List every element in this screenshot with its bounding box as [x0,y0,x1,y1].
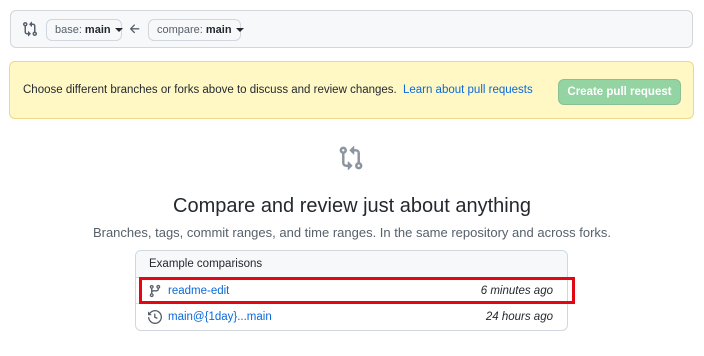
base-value: main [84,24,111,36]
list-item[interactable]: readme-edit 6 minutes ago [136,278,567,304]
main-day-range-link[interactable]: main@{1day}...main [168,311,272,323]
compare-label: compare: [157,24,203,36]
readme-edit-link[interactable]: readme-edit [168,285,229,297]
caret-down-icon [114,28,123,32]
list-item[interactable]: main@{1day}...main 24 hours ago [136,304,567,330]
learn-pull-requests-link[interactable]: Learn about pull requests [403,84,533,96]
branch-icon [149,284,161,298]
git-compare-icon [339,145,363,171]
arrow-left-icon [129,24,140,34]
flash-message: Choose different branches or forks above… [23,84,533,96]
create-pull-request-button[interactable]: Create pull request [558,79,681,105]
history-icon [148,310,162,324]
row-timestamp: 6 minutes ago [480,285,553,297]
base-branch-select[interactable]: base: main [46,19,123,41]
compare-value: main [205,24,232,36]
flash-message-text: Choose different branches or forks above… [23,84,397,96]
caret-down-icon [235,28,244,32]
range-editor: base: main compare: main [10,10,693,48]
compare-branch-select[interactable]: compare: main [148,19,244,41]
row-timestamp: 24 hours ago [485,311,553,323]
blankslate-title: Compare and review just about anything [173,195,531,217]
git-compare-icon [23,21,38,37]
blankslate-subtitle: Branches, tags, commit ranges, and time … [92,225,612,240]
base-label: base: [55,24,82,36]
example-comparisons-box: Example comparisons readme-edit 6 minute… [135,250,568,331]
example-comparisons-header: Example comparisons [136,251,567,278]
flash-warning: Choose different branches or forks above… [9,61,694,119]
